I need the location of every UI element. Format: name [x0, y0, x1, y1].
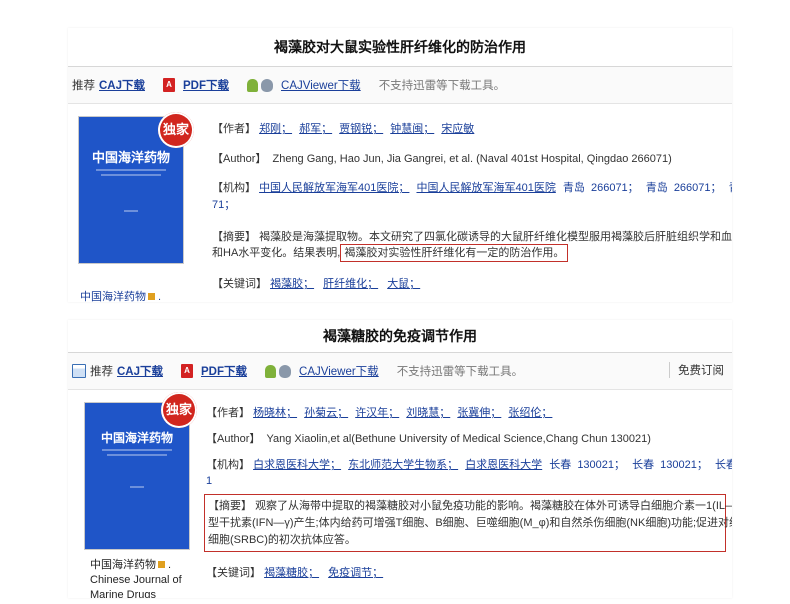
journal-name[interactable]: 中国海洋药物 — [90, 559, 156, 571]
frame-corner — [68, 28, 84, 44]
org-link[interactable]: 中国人民解放军海军401医院； — [259, 182, 409, 194]
author-link[interactable]: 许汉年； — [355, 407, 399, 419]
frame-corner — [68, 320, 84, 336]
recommend-item[interactable]: 推荐 CAJ下载 — [72, 363, 163, 379]
author-en-row: 【Author】 Zheng Gang, Hao Jun, Jia Gangre… — [212, 152, 672, 166]
org-zip-wrap: 1 — [206, 475, 213, 487]
org-row-wrap: 1 — [206, 474, 212, 488]
author-en-text: Zheng Gang, Hao Jun, Jia Gangrei, et al.… — [272, 153, 672, 165]
author-link[interactable]: 贾钢锐； — [339, 123, 383, 135]
author-link[interactable]: 郝军； — [299, 123, 332, 135]
journal-name-link[interactable]: 中国海洋药物 . — [80, 290, 161, 302]
caj-download-link[interactable]: CAJ下载 — [117, 363, 163, 379]
org-city: 长春 — [549, 459, 572, 471]
cover-title: 中国海洋药物 — [91, 151, 170, 166]
org-link[interactable]: 白求恩医科大学 — [465, 459, 542, 471]
recommend-label[interactable]: 推荐 — [72, 77, 95, 93]
author-link[interactable]: 郑刚； — [259, 123, 292, 135]
cover-line — [101, 174, 161, 176]
org-row-wrap: 71； — [212, 198, 235, 212]
article-meta: 【作者】 杨晓林； 孙菊云； 许汉年； 刘晓慧； 张冀伸； 张绍伦； 【Auth… — [204, 320, 732, 598]
keywords-row: 【关键词】 褐藻胶； 肝纤维化； 大鼠； — [212, 277, 420, 291]
author-en-row: 【Author】 Yang Xiaolin,et al(Bethune Univ… — [206, 432, 651, 446]
author-en-text: Yang Xiaolin,et al(Bethune University of… — [266, 433, 651, 445]
abstract-text-2: 型干扰素(IFN—γ)产生;体内给药可增强T细胞、B细胞、巨噬细胞(M_φ)和自… — [208, 517, 732, 529]
journal-name-en-2[interactable]: Marine Drugs — [90, 588, 182, 598]
author-link[interactable]: 刘晓慧； — [406, 407, 450, 419]
keywords-label: 【关键词】 — [212, 278, 267, 290]
keyword-link[interactable]: 褐藻糖胶； — [264, 567, 319, 579]
org-row: 【机构】 白求恩医科大学； 东北师范大学生物系； 白求恩医科大学 长春 1300… — [206, 458, 732, 472]
caj-download-link[interactable]: CAJ下载 — [99, 77, 145, 93]
author-link[interactable]: 张冀伸； — [457, 407, 501, 419]
abstract-text-2: 和HA水平变化。结果表明, — [212, 247, 341, 259]
abstract-label: 【摘要】 — [208, 500, 252, 512]
author-link[interactable]: 宋应敏 — [441, 123, 474, 135]
abstract-text: 褐藻胶是海藻提取物。本文研究了四氯化碳诱导的大鼠肝纤维化模型服用褐藻胶后肝脏组织… — [259, 231, 732, 243]
author-link[interactable]: 钟慧闽； — [390, 123, 434, 135]
author-label: 【作者】 — [206, 407, 250, 419]
org-link[interactable]: 白求恩医科大学； — [253, 459, 341, 471]
org-city: 青岛 — [562, 182, 585, 194]
pdf-icon[interactable]: A — [163, 78, 176, 92]
keyword-link[interactable]: 肝纤维化； — [323, 278, 378, 290]
journal-name[interactable]: 中国海洋药物 — [80, 291, 146, 302]
recommend-item[interactable]: 推荐 CAJ下载 — [72, 77, 145, 93]
journal-name-link[interactable]: 中国海洋药物 . Chinese Journal of Marine Drugs — [90, 558, 182, 598]
keywords-row: 【关键词】 褐藻糖胶； 免疫调节； — [206, 566, 383, 580]
org-zip-wrap: 71； — [212, 199, 236, 211]
author-link[interactable]: 杨晓林； — [253, 407, 297, 419]
article-meta: 【作者】 郑刚； 郝军； 贾钢锐； 钟慧闽； 宋应敏 【Author】 Zhen… — [212, 28, 732, 302]
core-badge-icon — [148, 293, 155, 300]
exclusive-badge: 独家 — [161, 392, 197, 428]
cover-line — [130, 486, 144, 488]
exclusive-badge: 独家 — [158, 112, 194, 148]
abstract-row-2: 和HA水平变化。结果表明, 褐藻胶对实验性肝纤维化有一定的防治作用。 — [212, 244, 569, 262]
article-card-2: 褐藻糖胶的免疫调节作用 推荐 CAJ下载 A PDF下载 CAJViewer下载… — [68, 320, 732, 598]
abstract-row: 【摘要】 观察了从海带中提取的褐藻糖胶对小鼠免疫功能的影响。褐藻糖胶在体外可诱导… — [208, 499, 732, 513]
journal-name-en[interactable]: Chinese Journal of — [90, 573, 182, 588]
org-zip: 266071； — [673, 182, 722, 194]
keyword-link[interactable]: 大鼠； — [387, 278, 420, 290]
org-label: 【机构】 — [206, 459, 250, 471]
author-row: 【作者】 杨晓林； 孙菊云； 许汉年； 刘晓慧； 张冀伸； 张绍伦； — [206, 406, 552, 420]
org-link[interactable]: 东北师范大学生物系； — [348, 459, 458, 471]
cover-line — [102, 449, 172, 451]
core-badge-icon — [158, 561, 165, 568]
keyword-link[interactable]: 褐藻胶； — [270, 278, 314, 290]
author-en-label: 【Author】 — [212, 153, 267, 165]
org-city: 长春 — [632, 459, 655, 471]
keywords-label: 【关键词】 — [206, 567, 261, 579]
author-row: 【作者】 郑刚； 郝军； 贾钢锐； 钟慧闽； 宋应敏 — [212, 122, 474, 136]
org-row: 【机构】 中国人民解放军海军401医院； 中国人民解放军海军401医院 青岛 2… — [212, 181, 732, 195]
article-card-1: 褐藻胶对大鼠实验性肝纤维化的防治作用 推荐 CAJ下载 A PDF下载 CAJV… — [68, 28, 732, 302]
highlight-box: 褐藻胶对实验性肝纤维化有一定的防治作用。 — [340, 244, 569, 262]
abstract-text-3: 细胞(SRBC)的初次抗体应答。 — [208, 534, 356, 546]
abstract-row-3: 细胞(SRBC)的初次抗体应答。 — [208, 533, 356, 547]
author-en-label: 【Author】 — [206, 433, 261, 445]
cover-line — [107, 454, 167, 456]
author-link[interactable]: 孙菊云； — [304, 407, 348, 419]
cover-title: 中国海洋药物 — [100, 431, 173, 445]
org-city: 长春 — [714, 459, 732, 471]
abstract-label: 【摘要】 — [212, 231, 256, 243]
org-link[interactable]: 中国人民解放军海军401医院 — [416, 182, 555, 194]
org-label: 【机构】 — [212, 182, 256, 194]
pdf-icon[interactable]: A — [181, 364, 194, 378]
org-city: 青 — [729, 182, 732, 194]
org-city: 青岛 — [645, 182, 668, 194]
abstract-row-2: 型干扰素(IFN—γ)产生;体内给药可增强T细胞、B细胞、巨噬细胞(M_φ)和自… — [208, 516, 732, 530]
org-zip: 130021； — [660, 459, 708, 471]
org-zip: 266071； — [590, 182, 639, 194]
org-zip: 130021； — [577, 459, 626, 471]
document-icon — [72, 364, 86, 378]
recommend-label[interactable]: 推荐 — [90, 363, 113, 379]
cover-line — [96, 169, 166, 171]
cover-line — [124, 210, 138, 212]
abstract-text: 观察了从海带中提取的褐藻糖胶对小鼠免疫功能的影响。褐藻糖胶在体外可诱导白细胞介素… — [255, 500, 732, 512]
keyword-link[interactable]: 免疫调节； — [328, 567, 383, 579]
author-label: 【作者】 — [212, 123, 256, 135]
author-link[interactable]: 张绍伦； — [508, 407, 552, 419]
abstract-row: 【摘要】 褐藻胶是海藻提取物。本文研究了四氯化碳诱导的大鼠肝纤维化模型服用褐藻胶… — [212, 230, 732, 244]
